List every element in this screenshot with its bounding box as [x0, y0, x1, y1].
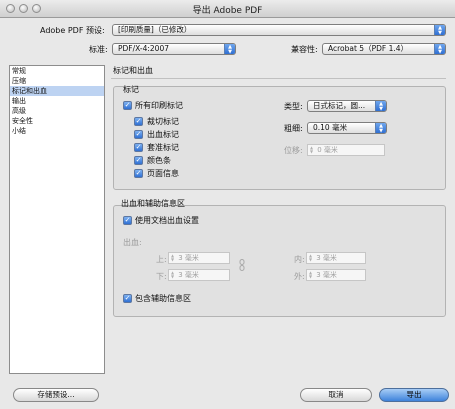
sidebar-item-security[interactable]: 安全性	[10, 116, 104, 126]
color-bars-checkbox[interactable]: ✓	[134, 156, 143, 165]
bleed-top-stepper[interactable]: ▲ ▼ 3 毫米	[168, 252, 230, 264]
weight-value: 0.10 毫米	[313, 123, 348, 132]
weight-label: 粗细:	[284, 124, 303, 133]
marks-group-title: 标记	[123, 85, 139, 94]
bleed-marks-checkbox[interactable]: ✓	[134, 130, 143, 139]
use-doc-bleed-label: 使用文档出血设置	[135, 216, 199, 225]
bleed-outside-label: 外:	[294, 272, 305, 281]
compatibility-value: Acrobat 5（PDF 1.4）	[328, 44, 409, 53]
use-doc-bleed-checkbox[interactable]: ✓	[123, 216, 132, 225]
page-info-checkbox[interactable]: ✓	[134, 169, 143, 178]
bleed-outside-value: 3 毫米	[316, 271, 337, 279]
updown-arrows-icon: ▲ ▼	[434, 25, 445, 35]
crop-marks-checkbox[interactable]: ✓	[134, 117, 143, 126]
cancel-button[interactable]: 取消	[300, 388, 372, 402]
sidebar-item-marks-and-bleeds[interactable]: 标记和出血	[10, 86, 104, 96]
type-value: 日式标记，圆...	[313, 101, 366, 110]
offset-value: 0 毫米	[317, 146, 338, 154]
sidebar-item-summary[interactable]: 小结	[10, 126, 104, 136]
updown-arrows-icon: ▲ ▼	[375, 101, 386, 111]
preset-value: [印刷质量]（已修改）	[118, 25, 192, 34]
standard-label: 标准:	[89, 45, 108, 54]
bleed-bottom-stepper[interactable]: ▲ ▼ 3 毫米	[168, 269, 230, 281]
type-select[interactable]: 日式标记，圆... ▲ ▼	[307, 100, 387, 112]
section-title: 标记和出血	[113, 66, 153, 75]
all-marks-checkbox[interactable]: ✓	[123, 101, 132, 110]
updown-arrows-icon: ▲ ▼	[224, 44, 235, 54]
registration-marks-checkbox[interactable]: ✓	[134, 143, 143, 152]
sidebar-item-compression[interactable]: 压缩	[10, 76, 104, 86]
stepper-arrows-icon[interactable]: ▲ ▼	[309, 271, 314, 279]
standard-value: PDF/X-4:2007	[118, 44, 169, 53]
bleed-inside-value: 3 毫米	[316, 254, 337, 262]
bleed-bottom-label: 下:	[156, 272, 167, 281]
stepper-arrows-icon[interactable]: ▲ ▼	[171, 254, 176, 262]
bleed-bottom-value: 3 毫米	[178, 271, 199, 279]
sidebar-item-advanced[interactable]: 高级	[10, 106, 104, 116]
offset-stepper[interactable]: ▲ ▼ 0 毫米	[307, 144, 385, 156]
page-info-label: 页面信息	[147, 169, 179, 178]
chain-link-icon[interactable]	[239, 259, 245, 271]
updown-arrows-icon: ▲ ▼	[375, 123, 386, 133]
color-bars-label: 颜色条	[147, 156, 171, 165]
bleed-top-value: 3 毫米	[178, 254, 199, 262]
export-button[interactable]: 导出	[379, 388, 449, 402]
include-slug-checkbox[interactable]: ✓	[123, 294, 132, 303]
compatibility-select[interactable]: Acrobat 5（PDF 1.4） ▲ ▼	[322, 43, 446, 55]
window-title: 导出 Adobe PDF	[192, 6, 263, 16]
include-slug-label: 包含辅助信息区	[135, 294, 191, 303]
preset-label: Adobe PDF 预设:	[40, 26, 105, 35]
bleed-outside-stepper[interactable]: ▲ ▼ 3 毫米	[306, 269, 366, 281]
save-preset-button[interactable]: 存储预设...	[13, 388, 99, 402]
weight-select[interactable]: 0.10 毫米 ▲ ▼	[307, 122, 387, 134]
category-sidebar: 常规 压缩 标记和出血 输出 高级 安全性 小结	[9, 65, 105, 374]
stepper-arrows-icon[interactable]: ▲ ▼	[171, 271, 176, 279]
title-bar: 导出 Adobe PDF	[0, 0, 455, 18]
offset-label: 位移:	[284, 146, 303, 155]
bleed-inside-stepper[interactable]: ▲ ▼ 3 毫米	[306, 252, 366, 264]
standard-select[interactable]: PDF/X-4:2007 ▲ ▼	[112, 43, 236, 55]
bleed-marks-label: 出血标记	[147, 130, 179, 139]
preset-select[interactable]: [印刷质量]（已修改） ▲ ▼	[112, 24, 446, 36]
crop-marks-label: 裁切标记	[147, 117, 179, 126]
all-marks-label: 所有印刷标记	[135, 101, 183, 110]
updown-arrows-icon: ▲ ▼	[434, 44, 445, 54]
bleed-slug-group-title: 出血和辅助信息区	[121, 199, 185, 208]
compatibility-label: 兼容性:	[291, 45, 318, 54]
bleed-inside-label: 内:	[294, 255, 305, 264]
stepper-arrows-icon[interactable]: ▲ ▼	[310, 146, 315, 154]
stepper-arrows-icon[interactable]: ▲ ▼	[309, 254, 314, 262]
section-divider	[111, 78, 446, 79]
sidebar-item-general[interactable]: 常规	[10, 66, 104, 76]
registration-marks-label: 套准标记	[147, 143, 179, 152]
bleed-top-label: 上:	[156, 255, 167, 264]
bleed-label: 出血:	[123, 238, 142, 247]
sidebar-item-output[interactable]: 输出	[10, 96, 104, 106]
type-label: 类型:	[284, 102, 303, 111]
